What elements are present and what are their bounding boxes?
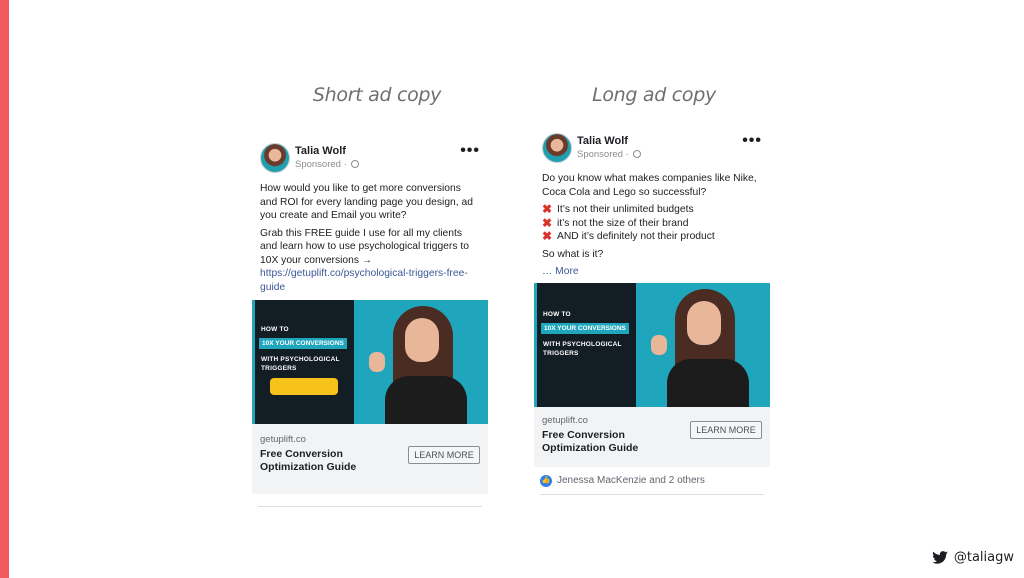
red-x-icon: ✖ xyxy=(542,202,553,216)
red-x-icon: ✖ xyxy=(542,229,553,243)
ad-header: Talia Wolf Sponsored · ••• xyxy=(252,140,488,176)
twitter-bird-icon xyxy=(932,551,948,564)
ad-footer: getuplift.co Free Conversion Optimizatio… xyxy=(252,424,488,494)
ad-text-paragraph: How would you like to get more conversio… xyxy=(260,183,473,221)
ad-footer: getuplift.co Free Conversion Optimizatio… xyxy=(534,406,770,467)
divider xyxy=(258,506,482,507)
reactions-text: Jenessa MacKenzie and 2 others xyxy=(557,475,705,486)
divider xyxy=(540,493,764,495)
ad-text-paragraph: Grab this FREE guide I use for all my cl… xyxy=(260,227,469,293)
red-x-icon: ✖ xyxy=(542,215,553,230)
bullet-text: It’s not their unlimited budgets xyxy=(557,204,694,215)
more-options-icon[interactable]: ••• xyxy=(460,142,480,160)
bullet-line: ✖ It’s not their unlimited budgets xyxy=(542,202,762,217)
person-photo xyxy=(649,288,769,407)
short-ad-copy-title: Short ad copy xyxy=(312,84,442,106)
globe-icon xyxy=(351,160,360,168)
accent-bar xyxy=(0,0,9,578)
creative-line: HOW TO xyxy=(261,326,289,333)
ad-headline[interactable]: Free Conversion Optimization Guide xyxy=(542,429,672,455)
bullet-text: it’s not the size of their brand xyxy=(557,217,689,229)
handle-text: @taliagw xyxy=(953,550,1014,565)
see-more-link[interactable]: … More xyxy=(542,266,579,277)
bullet-line: ✖ AND it’s definitely not their product xyxy=(542,229,762,244)
learn-more-button[interactable]: LEARN MORE xyxy=(408,446,480,464)
sponsored-label: Sponsored · xyxy=(295,159,360,170)
ad-creative-image[interactable]: HOW TO 10X YOUR CONVERSIONS WITH PSYCHOL… xyxy=(252,300,488,424)
ad-body: How would you like to get more conversio… xyxy=(252,176,488,294)
creative-highlight: 10X YOUR CONVERSIONS xyxy=(541,322,629,334)
author-name[interactable]: Talia Wolf xyxy=(295,145,346,157)
bullet-text: AND it’s definitely not their product xyxy=(557,231,715,242)
guide-link[interactable]: https://getuplift.co/psychological-trigg… xyxy=(260,268,468,293)
ad-domain: getuplift.co xyxy=(260,434,306,445)
avatar[interactable] xyxy=(260,143,290,173)
ad-headline[interactable]: Free Conversion Optimization Guide xyxy=(260,448,390,474)
short-ad-card: Talia Wolf Sponsored · ••• How would you… xyxy=(252,140,488,507)
long-ad-card: Talia Wolf Sponsored · ••• Do you know w… xyxy=(534,130,770,495)
creative-text-panel: HOW TO 10X YOUR CONVERSIONS WITH PSYCHOL… xyxy=(252,300,354,424)
sponsored-label: Sponsored · xyxy=(577,149,642,160)
ad-text-paragraph: Do you know what makes companies like Ni… xyxy=(542,173,757,198)
creative-cta-button xyxy=(270,378,338,395)
ad-creative-image[interactable]: HOW TO 10X YOUR CONVERSIONS WITH PSYCHOL… xyxy=(534,282,770,407)
creative-line: WITH PSYCHOLOGICAL xyxy=(543,340,622,348)
like-icon: 👍 xyxy=(540,474,552,487)
globe-icon xyxy=(633,150,642,158)
person-photo xyxy=(367,306,487,424)
learn-more-button[interactable]: LEARN MORE xyxy=(690,420,762,439)
ad-text-paragraph: So what is it? xyxy=(542,248,604,260)
ad-body: Do you know what makes companies like Ni… xyxy=(534,166,770,279)
ad-header: Talia Wolf Sponsored · ••• xyxy=(534,130,770,166)
creative-line: HOW TO xyxy=(543,310,571,318)
author-name[interactable]: Talia Wolf xyxy=(577,135,628,147)
avatar[interactable] xyxy=(542,133,572,163)
creative-highlight: 10X YOUR CONVERSIONS xyxy=(259,338,347,349)
twitter-handle: @taliagw xyxy=(932,550,1014,565)
creative-text-panel: HOW TO 10X YOUR CONVERSIONS WITH PSYCHOL… xyxy=(534,282,636,407)
more-options-icon[interactable]: ••• xyxy=(742,132,762,150)
reactions-row[interactable]: 👍 Jenessa MacKenzie and 2 others xyxy=(534,467,770,487)
creative-line: TRIGGERS xyxy=(543,349,579,357)
long-ad-copy-title: Long ad copy xyxy=(592,84,716,106)
creative-line: TRIGGERS xyxy=(261,365,297,372)
bullet-line: ✖ it’s not the size of their brand xyxy=(542,215,762,231)
creative-line: WITH PSYCHOLOGICAL xyxy=(261,356,340,363)
